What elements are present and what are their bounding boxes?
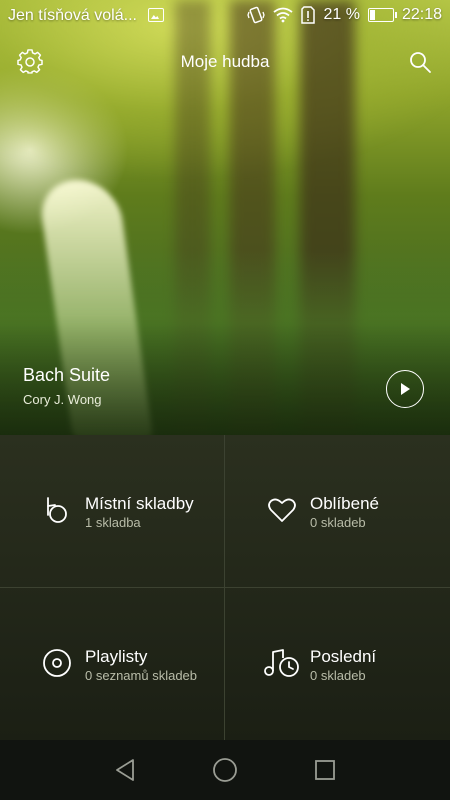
library-grid: Místní skladby 1 skladba Oblíbené 0 skla…	[0, 435, 450, 740]
tile-count: 1 skladba	[85, 515, 141, 530]
home-icon	[213, 758, 237, 782]
page-title: Moje hudba	[180, 52, 270, 71]
heart-icon	[268, 498, 296, 522]
tile-local-tracks[interactable]: Místní skladby 1 skladba	[0, 435, 224, 587]
system-nav-bar	[0, 740, 450, 800]
tile-label: Místní skladby	[85, 494, 194, 513]
app-header: Moje hudba	[0, 40, 450, 84]
search-button[interactable]	[405, 47, 435, 77]
tile-label: Playlisty	[85, 647, 148, 666]
carrier-text: Jen tísňová volá...	[8, 7, 137, 24]
battery-icon	[367, 8, 397, 22]
vibrate-icon	[247, 6, 266, 24]
battery-percent: 21 %	[323, 6, 360, 23]
tile-count: 0 skladeb	[310, 515, 366, 530]
back-icon	[116, 759, 134, 781]
image-notification-icon	[148, 8, 164, 22]
tile-count: 0 seznamů skladeb	[85, 668, 198, 683]
home-button[interactable]	[211, 756, 239, 784]
local-tracks-icon	[47, 497, 67, 523]
disc-icon	[43, 649, 71, 677]
tile-label: Oblíbené	[310, 494, 379, 513]
tile-favorites[interactable]: Oblíbené 0 skladeb	[225, 435, 449, 587]
wifi-icon	[273, 7, 294, 23]
play-button[interactable]	[386, 370, 424, 408]
sim-alert-icon	[301, 6, 316, 24]
recents-button[interactable]	[311, 756, 339, 784]
status-bar: Jen tísňová volá... 21 % 22:18	[0, 0, 450, 32]
now-playing-info[interactable]: Bach Suite Cory J. Wong	[23, 365, 110, 407]
status-right: 21 % 22:18	[247, 6, 442, 24]
recents-icon	[315, 760, 335, 780]
battery-fill	[369, 10, 375, 20]
clock: 22:18	[401, 6, 442, 23]
recent-music-icon	[264, 649, 299, 677]
play-icon	[401, 383, 410, 395]
tile-count: 0 skladeb	[310, 668, 366, 683]
back-button[interactable]	[111, 756, 139, 784]
tile-playlists[interactable]: Playlisty 0 seznamů skladeb	[0, 588, 224, 740]
tile-label: Poslední	[310, 647, 377, 666]
track-title: Bach Suite	[23, 365, 111, 385]
search-icon	[410, 52, 431, 73]
track-artist: Cory J. Wong	[23, 392, 102, 407]
tile-recent[interactable]: Poslední 0 skladeb	[225, 588, 449, 740]
